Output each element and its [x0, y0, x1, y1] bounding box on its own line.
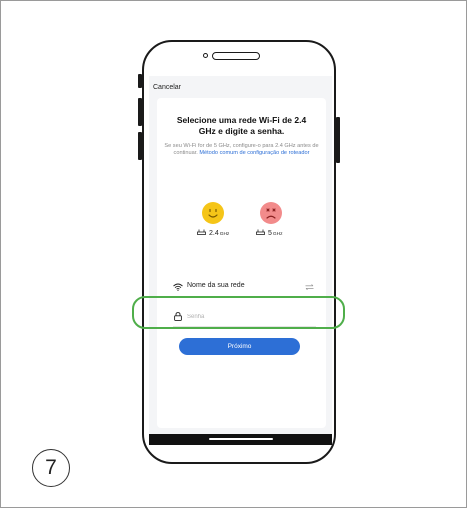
navigation-bar — [149, 434, 332, 445]
page-title: Selecione uma rede Wi-Fi de 2.4 GHz e di… — [176, 115, 307, 136]
next-button[interactable]: Próximo — [179, 338, 300, 355]
happy-face-icon — [202, 202, 224, 224]
band-2-4ghz: 2.4 GHz — [197, 229, 229, 237]
password-highlight — [132, 296, 345, 329]
phone-button-right — [336, 117, 340, 163]
router-config-link[interactable]: Método comum de configuração de roteador — [199, 150, 309, 156]
band-unit: GHz — [272, 232, 283, 237]
band-unit: GHz — [219, 232, 230, 237]
switch-network-icon[interactable] — [305, 284, 314, 290]
router-icon — [256, 229, 265, 235]
step-number-badge: 7 — [32, 449, 70, 487]
network-name-field[interactable]: Nome da sua rede — [173, 280, 316, 294]
band-label: 2.4 — [209, 230, 219, 237]
phone-screen: Cancelar Selecione uma rede Wi-Fi de 2.4… — [149, 76, 332, 445]
phone-speaker — [212, 52, 260, 60]
sad-face-icon — [260, 202, 282, 224]
router-icon — [197, 229, 206, 235]
network-name-value: Nome da sua rede — [187, 282, 245, 289]
cancel-button[interactable]: Cancelar — [153, 84, 181, 91]
band-5ghz: 5 GHz — [256, 229, 283, 237]
wifi-icon — [173, 283, 183, 291]
wifi-setup-card: Selecione uma rede Wi-Fi de 2.4 GHz e di… — [157, 98, 326, 428]
band-label: 5 — [268, 230, 272, 237]
phone-camera — [203, 53, 208, 58]
home-indicator[interactable] — [209, 438, 273, 440]
description: Se seu Wi-Fi for de 5 GHz, configure-o p… — [163, 143, 320, 157]
